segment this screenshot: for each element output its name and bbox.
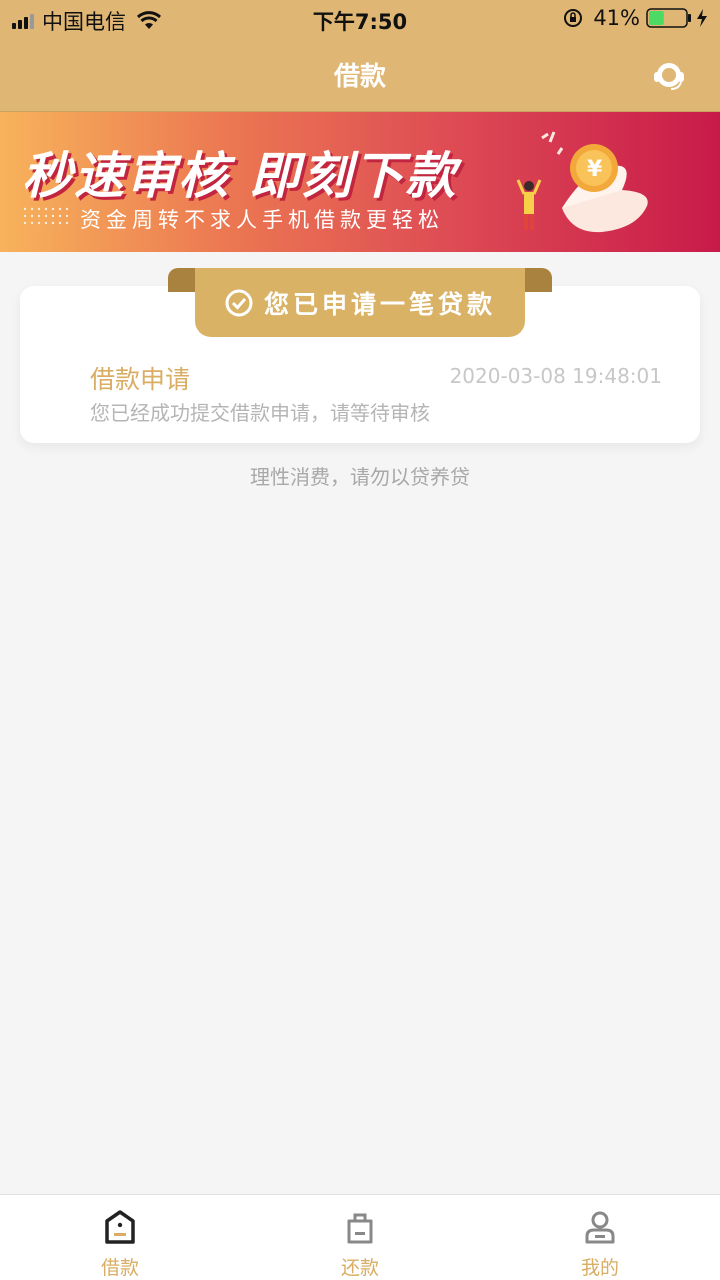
battery-percent: 41% [593,6,640,30]
application-title: 借款申请 [90,365,191,394]
responsible-borrowing-note: 理性消费，请勿以贷养贷 [250,465,470,489]
tab-loan-label: 借款 [100,1257,139,1279]
user-icon [585,1211,615,1244]
promo-banner[interactable]: 秒速审核 即刻下款 资金周转不求人手机借款更轻松 ¥ [0,112,720,252]
svg-text:¥: ¥ [587,157,603,182]
dots-decoration-icon [23,207,69,225]
banner-title: 秒速审核 即刻下款 [22,147,458,205]
status-right: 41% [563,6,708,30]
loan-icon [105,1210,135,1244]
page-title: 借款 [333,62,386,92]
check-circle-icon [225,289,253,316]
status-ribbon: 您已申请一笔贷款 [195,268,525,337]
repay-icon [347,1213,373,1244]
orientation-lock-icon [564,9,583,27]
tab-mine[interactable]: 我的 [480,1195,720,1280]
tab-loan[interactable]: 借款 [0,1195,240,1280]
banner-subtitle: 资金周转不求人手机借款更轻松 [80,208,444,232]
battery-icon [646,8,691,28]
tab-mine-label: 我的 [580,1257,619,1279]
ribbon-text: 您已申请一笔贷款 [263,289,496,319]
tab-bar: 借款 还款 我的 [0,1194,720,1280]
application-timestamp: 2020-03-08 19:48:01 [449,364,662,388]
tab-repay[interactable]: 还款 [240,1195,480,1280]
charging-icon [697,9,707,27]
tab-repay-label: 还款 [340,1257,379,1279]
status-bar: 中国电信 下午7:50 41% [0,0,720,36]
headset-icon[interactable] [652,58,686,92]
coin-illustration-icon: ¥ [516,131,648,233]
nav-bar: 借款 [0,36,720,112]
application-description: 您已经成功提交借款申请，请等待审核 [90,401,430,425]
